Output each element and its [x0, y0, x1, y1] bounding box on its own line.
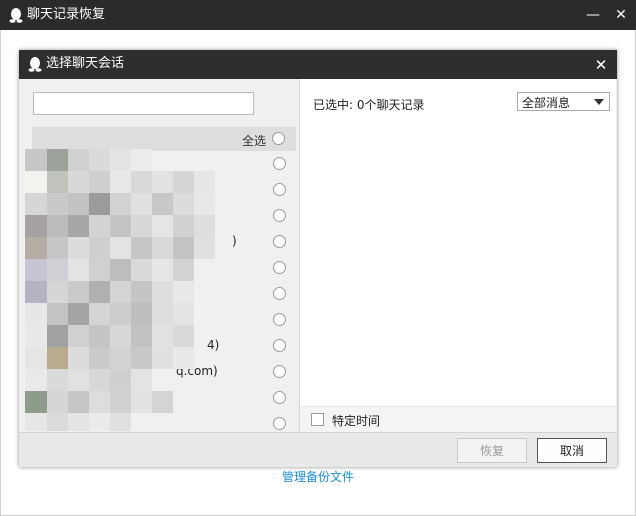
contact-row[interactable] [20, 255, 299, 281]
contact-row[interactable] [20, 177, 299, 203]
close-icon: ✕ [594, 55, 608, 74]
contact-radio[interactable] [273, 417, 286, 430]
dialog-titlebar: 选择聊天会话 ✕ [19, 50, 617, 79]
contact-radio[interactable] [273, 157, 286, 170]
contact-name: 4) [207, 338, 220, 352]
contact-row[interactable] [20, 307, 299, 333]
cancel-button[interactable]: 取消 [537, 438, 607, 463]
select-all-radio[interactable] [272, 132, 285, 145]
specific-time-checkbox[interactable] [311, 413, 324, 426]
select-session-dialog: 选择聊天会话 ✕ 全选 ) 4) q.com) 已选中: 0个聊天记录 全部消息… [19, 50, 617, 467]
minimize-icon: — [586, 7, 600, 23]
contact-radio[interactable] [273, 235, 286, 248]
close-icon: ✕ [615, 7, 627, 23]
contact-row[interactable] [20, 151, 299, 177]
window-close-button[interactable]: ✕ [606, 0, 636, 30]
contact-radio[interactable] [273, 287, 286, 300]
contact-row[interactable] [20, 203, 299, 229]
contact-radio[interactable] [273, 313, 286, 326]
qq-penguin-icon [28, 57, 42, 72]
contact-row[interactable] [20, 385, 299, 411]
chevron-down-icon [594, 99, 604, 105]
message-filter-value: 全部消息 [522, 96, 571, 110]
contact-radio[interactable] [273, 261, 286, 274]
message-filter-select[interactable]: 全部消息 [517, 92, 610, 111]
specific-time-label: 特定时间 [332, 414, 381, 428]
dialog-title: 选择聊天会话 [46, 56, 125, 71]
restore-button[interactable]: 恢复 [457, 438, 527, 463]
window-title: 聊天记录恢复 [27, 7, 106, 22]
contact-radio[interactable] [273, 209, 286, 222]
contact-row[interactable]: q.com) [20, 359, 299, 385]
qq-penguin-icon [9, 8, 23, 23]
contact-name: q.com) [176, 364, 218, 378]
select-all-label: 全选 [241, 134, 266, 148]
dialog-close-button[interactable]: ✕ [589, 50, 613, 79]
selected-records-pane: 已选中: 0个聊天记录 全部消息 特定时间 [300, 79, 616, 432]
contact-radio[interactable] [273, 339, 286, 352]
contact-radio[interactable] [273, 365, 286, 378]
contact-radio[interactable] [273, 391, 286, 404]
contact-row[interactable]: 4) [20, 333, 299, 359]
window-titlebar: 聊天记录恢复 — ✕ [0, 0, 636, 30]
contact-row[interactable] [20, 411, 299, 432]
contact-list: ) 4) q.com) [20, 151, 299, 432]
contact-row[interactable]: ) [20, 229, 299, 255]
contact-row[interactable] [20, 281, 299, 307]
session-list-pane: 全选 ) 4) q.com) [20, 79, 300, 432]
dialog-footer: 恢复 取消 [19, 432, 617, 467]
contact-radio[interactable] [273, 183, 286, 196]
minimize-button[interactable]: — [578, 0, 608, 30]
manage-backup-link[interactable]: 管理备份文件 [0, 468, 636, 485]
specific-time-row: 特定时间 [300, 406, 616, 432]
select-all-row[interactable]: 全选 [32, 127, 296, 151]
search-input[interactable] [33, 92, 254, 115]
selected-count-label: 已选中: 0个聊天记录 [313, 98, 425, 112]
contact-name: ) [232, 234, 237, 248]
